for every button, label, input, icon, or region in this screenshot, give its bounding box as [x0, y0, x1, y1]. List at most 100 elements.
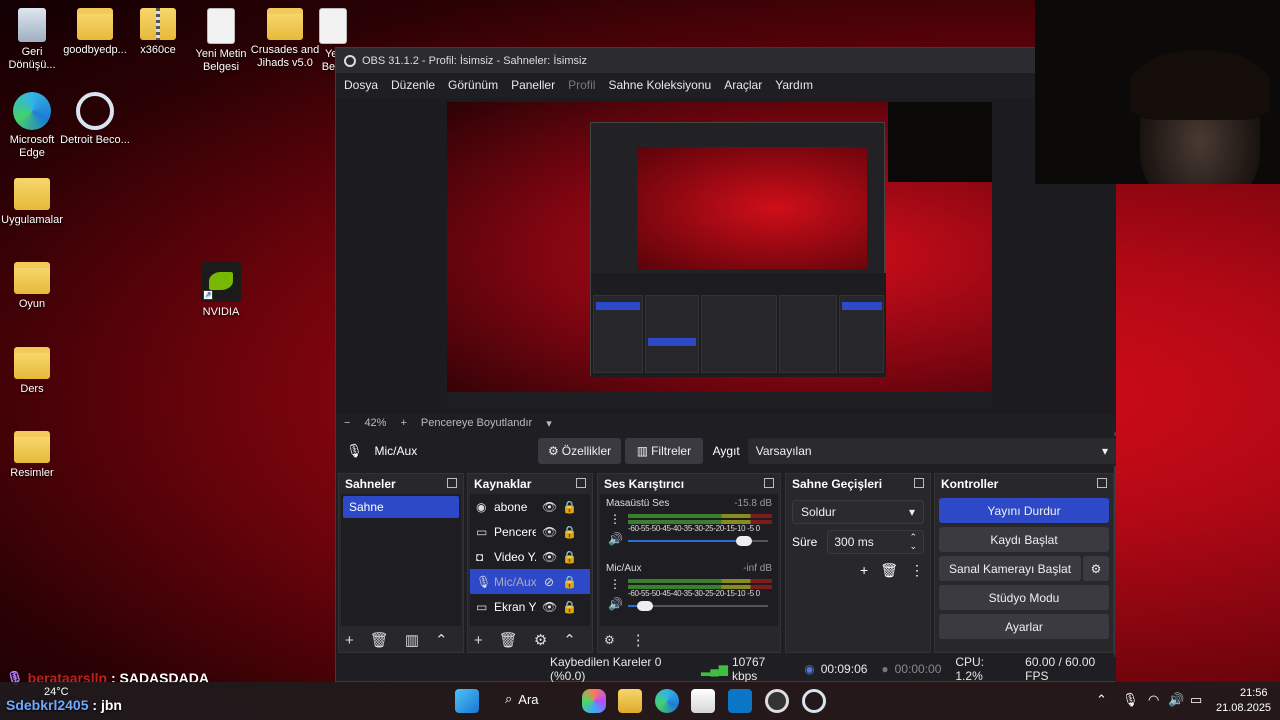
speaker-icon[interactable]: 🔊	[608, 532, 623, 546]
lock-icon[interactable]: 🔒	[562, 500, 577, 514]
stream-preview[interactable]	[447, 102, 992, 408]
desktop-icon-edge[interactable]: Microsoft Edge	[0, 92, 67, 160]
edge-icon[interactable]	[655, 689, 679, 713]
trash-icon[interactable]: 🗑	[370, 631, 389, 649]
volume-slider[interactable]	[628, 601, 768, 611]
battery-icon[interactable]: ▭	[1190, 692, 1202, 708]
source-item[interactable]: ◘ Video Y... 👁 🔒	[470, 544, 590, 569]
chevron-up-icon[interactable]: ⌃	[435, 631, 448, 649]
add-icon[interactable]: +	[860, 562, 868, 579]
speaker-icon[interactable]: 🔊	[608, 597, 623, 611]
mixer-footer: ⚙ ⋮	[598, 628, 780, 652]
copilot-icon[interactable]	[582, 689, 606, 713]
eye-icon[interactable]: 👁	[542, 600, 557, 614]
desktop-icon-detroit[interactable]: Detroit Beco...	[60, 92, 130, 147]
menu-paneller[interactable]: Paneller	[511, 78, 555, 92]
nvidia-icon: ↗	[201, 262, 241, 302]
zoom-mode-dropdown-icon[interactable]: ▾	[546, 417, 552, 430]
advanced-audio-icon[interactable]: ⚙	[604, 633, 615, 647]
webcam-overlay	[1035, 0, 1280, 184]
scene-item[interactable]: Sahne	[343, 496, 459, 518]
menu-yardim[interactable]: Yardım	[775, 78, 813, 92]
obs-taskbar-icon[interactable]	[765, 689, 789, 713]
eye-hidden-icon[interactable]: ⊘	[542, 575, 556, 589]
eye-icon[interactable]: 👁	[542, 525, 557, 539]
menu-duzenle[interactable]: Düzenle	[391, 78, 435, 92]
more-icon[interactable]: ⋮	[910, 562, 924, 579]
duration-spinbox[interactable]: 300 ms ⌃ ⌄	[827, 530, 924, 554]
virtual-cam-settings-button[interactable]: ⚙	[1083, 556, 1109, 581]
trash-icon[interactable]: 🗑	[880, 562, 898, 579]
lock-icon[interactable]: 🔒	[562, 575, 577, 589]
zoom-in-button[interactable]: +	[400, 417, 406, 429]
mic-tray-icon[interactable]: 🎙	[1122, 692, 1139, 708]
desktop-icon-text-doc[interactable]: Yeni Metin Belgesi	[186, 8, 256, 74]
gear-icon[interactable]: ⚙	[534, 631, 547, 649]
spin-arrows-icon[interactable]: ⌃ ⌄	[909, 533, 917, 551]
clock-time[interactable]: 21:56	[1240, 687, 1268, 699]
nested-dock	[645, 295, 699, 373]
undock-icon[interactable]	[576, 478, 586, 488]
eye-icon[interactable]: 👁	[542, 500, 557, 514]
undock-icon[interactable]	[1097, 478, 1107, 488]
trash-icon[interactable]: 🗑	[499, 631, 518, 649]
menu-dosya[interactable]: Dosya	[344, 78, 378, 92]
file-explorer-icon[interactable]	[618, 689, 642, 713]
detroit-icon	[76, 92, 114, 130]
lock-icon[interactable]: 🔒	[562, 525, 577, 539]
desktop-icon-goodbyedpi[interactable]: goodbyedp...	[60, 8, 130, 57]
volume-slider[interactable]	[628, 536, 768, 546]
transition-select[interactable]: Soldur ▾	[792, 500, 924, 524]
device-select[interactable]: Varsayılan ▾	[747, 438, 1116, 464]
menu-sahne-koleksiyonu[interactable]: Sahne Koleksiyonu	[608, 78, 711, 92]
more-icon[interactable]: ⋮	[609, 577, 621, 591]
settings-button[interactable]: Ayarlar	[939, 614, 1109, 639]
chevron-up-icon[interactable]: ⌃	[1096, 692, 1107, 708]
volume-handle[interactable]	[636, 601, 653, 611]
more-icon[interactable]: ⋮	[631, 631, 646, 649]
start-virtual-cam-button[interactable]: Sanal Kamerayı Başlat	[939, 556, 1081, 581]
volume-handle[interactable]	[736, 536, 753, 546]
undock-icon[interactable]	[447, 478, 457, 488]
undock-icon[interactable]	[764, 478, 774, 488]
eye-icon[interactable]: 👁	[542, 550, 557, 564]
detroit-taskbar-icon[interactable]	[802, 689, 826, 713]
volume-icon[interactable]: 🔊	[1168, 692, 1184, 708]
source-item[interactable]: ▭ Pencere 👁 🔒	[470, 519, 590, 544]
lock-icon[interactable]: 🔒	[562, 550, 577, 564]
undock-icon[interactable]	[914, 478, 924, 488]
search-box[interactable]: ⌕ Ara	[505, 691, 539, 707]
clock-date[interactable]: 21.08.2025	[1216, 702, 1271, 714]
store-icon[interactable]	[691, 689, 715, 713]
menu-profil[interactable]: Profil	[568, 78, 595, 92]
filters-button[interactable]: ▥ Filtreler	[625, 438, 703, 464]
chevron-up-icon[interactable]: ⌃	[563, 631, 576, 649]
start-icon[interactable]	[455, 689, 479, 713]
desktop-icon-ders[interactable]: Ders	[0, 347, 67, 396]
desktop-icon-nvidia[interactable]: ↗ NVIDIA	[186, 262, 256, 319]
filter-icon: ▥	[636, 444, 649, 458]
desktop-icon-crusades[interactable]: Crusades and Jihads v5.0	[250, 8, 320, 70]
desktop-icon-x360ce[interactable]: x360ce	[123, 8, 193, 57]
desktop-icon-oyun[interactable]: Oyun	[0, 262, 67, 311]
filter-icon[interactable]: ▥	[405, 631, 419, 649]
source-item[interactable]: ◉ abone 👁 🔒	[470, 494, 590, 519]
vscode-icon[interactable]	[728, 689, 752, 713]
source-item-selected[interactable]: 🎙 Mic/Aux ⊘ 🔒	[470, 569, 590, 594]
menu-araclar[interactable]: Araçlar	[724, 78, 762, 92]
menu-gorunum[interactable]: Görünüm	[448, 78, 498, 92]
add-icon[interactable]: +	[474, 632, 483, 649]
properties-button[interactable]: ⚙ Özellikler	[537, 438, 622, 464]
lock-icon[interactable]: 🔒	[562, 600, 577, 614]
desktop-icon-apps[interactable]: Uygulamalar	[0, 178, 67, 227]
desktop-icon-resimler[interactable]: Resimler	[0, 431, 67, 480]
stop-stream-button[interactable]: Yayını Durdur	[939, 498, 1109, 523]
more-icon[interactable]: ⋮	[609, 512, 621, 526]
desktop-icon-recycle-bin[interactable]: Geri Dönüşü...	[0, 8, 67, 72]
zoom-out-button[interactable]: −	[344, 417, 350, 429]
studio-mode-button[interactable]: Stüdyo Modu	[939, 585, 1109, 610]
start-record-button[interactable]: Kaydı Başlat	[939, 527, 1109, 552]
wifi-icon[interactable]: ◠	[1148, 692, 1159, 708]
add-icon[interactable]: +	[345, 632, 354, 649]
source-item[interactable]: ▭ Ekran Y... 👁 🔒	[470, 594, 590, 619]
